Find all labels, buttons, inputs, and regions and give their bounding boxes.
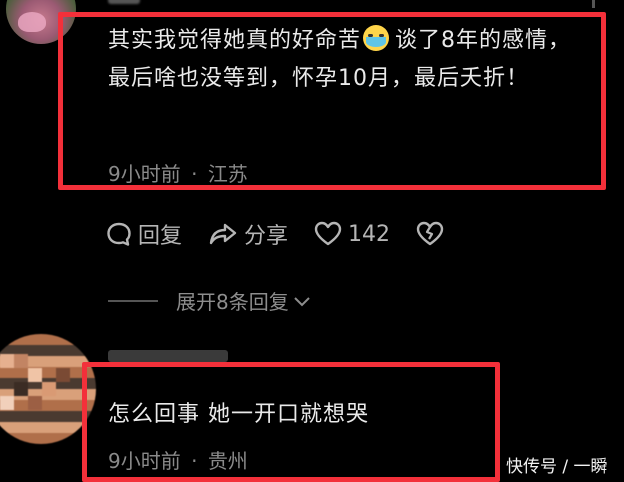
- share-button[interactable]: 分享: [208, 218, 288, 250]
- comment-action-bar: 回复 分享 142: [106, 218, 476, 250]
- meta-separator: ·: [191, 449, 198, 473]
- comment-meta: 9小时前 · 江苏: [108, 158, 248, 187]
- divider-line: [108, 299, 158, 302]
- expand-replies-button[interactable]: 展开8条回复: [108, 286, 311, 315]
- chevron-down-icon: [294, 296, 310, 306]
- reply-button[interactable]: 回复: [106, 218, 182, 250]
- like-count: 142: [348, 221, 391, 247]
- dislike-button[interactable]: [416, 221, 450, 247]
- username-blurred[interactable]: [108, 350, 228, 362]
- divider: [592, 0, 595, 8]
- share-label: 分享: [244, 224, 289, 249]
- comment-text[interactable]: 其实我觉得她真的好命苦 谈了8年的感情，最后啥也没等到，怀孕10月，最后夭折！: [108, 22, 588, 98]
- crying-face-icon: [363, 25, 390, 51]
- comment-location: 贵州: [207, 449, 248, 473]
- comment-meta: 9小时前 · 贵州: [108, 445, 248, 474]
- comment-time: 9小时前: [108, 449, 181, 473]
- expand-replies-label: 展开8条回复: [176, 290, 289, 314]
- comment-location: 江苏: [207, 162, 248, 186]
- comment-time: 9小时前: [108, 162, 181, 186]
- comment-text-part: 其实我觉得她真的好命苦: [108, 28, 362, 53]
- comment-text[interactable]: 怎么回事 她一开口就想哭: [108, 396, 369, 428]
- watermark: 快传号 / 一瞬: [506, 457, 608, 477]
- like-button[interactable]: 142: [314, 221, 390, 247]
- reply-label: 回复: [138, 224, 183, 249]
- heart-icon: [314, 221, 342, 246]
- share-arrow-icon: [209, 223, 237, 245]
- meta-separator: ·: [191, 162, 198, 186]
- comment-bubble-icon: [107, 222, 131, 246]
- broken-heart-icon: [416, 221, 444, 246]
- username-blurred[interactable]: [108, 0, 140, 4]
